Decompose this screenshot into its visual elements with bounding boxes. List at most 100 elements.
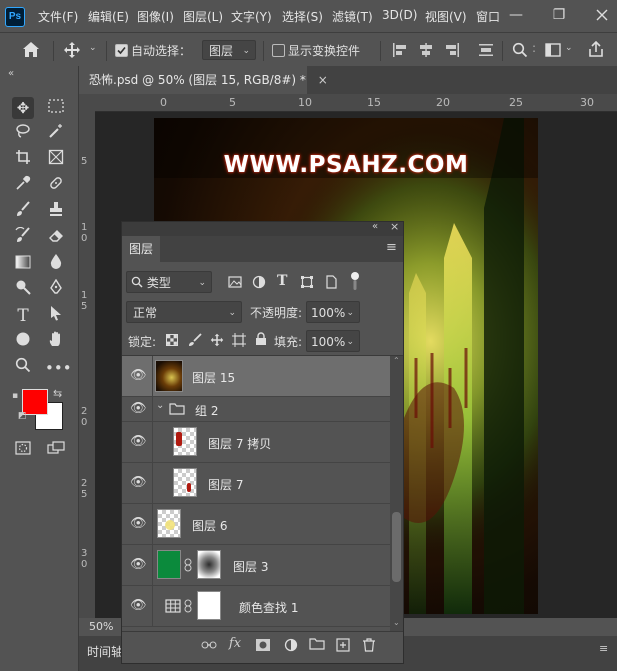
minimize-button[interactable]: —: [501, 4, 531, 26]
fill-input[interactable]: 100% ⌄: [306, 330, 360, 352]
layer-name[interactable]: 图层 7: [208, 476, 243, 493]
group-row[interactable]: 👁 ⌄ 组 2: [122, 397, 390, 422]
eye-icon[interactable]: 👁: [130, 434, 147, 450]
home-icon[interactable]: [22, 41, 40, 58]
chevron-up-icon[interactable]: ⌃: [393, 356, 400, 365]
group-name[interactable]: 组 2: [195, 402, 218, 419]
layer-mask-thumbnail[interactable]: [197, 591, 221, 620]
search-icon[interactable]: [512, 42, 528, 58]
menu-layer[interactable]: 图层(L): [183, 8, 223, 25]
type-tool-icon[interactable]: T: [12, 305, 34, 327]
new-layer-icon[interactable]: [334, 638, 352, 652]
eyedropper-icon[interactable]: [12, 175, 34, 197]
layer-row-color-lookup[interactable]: 👁 颜色查找 1: [122, 586, 390, 627]
menu-view[interactable]: 视图(V): [425, 8, 467, 25]
fx-icon[interactable]: fx: [226, 636, 244, 651]
close-window-button[interactable]: [587, 4, 617, 26]
auto-select-dropdown[interactable]: 图层 ⌄: [202, 40, 256, 60]
chevron-down-icon[interactable]: ⌄: [156, 400, 164, 411]
distribute-icon[interactable]: [478, 42, 494, 58]
panel-menu-icon[interactable]: ≡: [386, 240, 397, 255]
layers-scrollbar[interactable]: ⌃ ⌄: [390, 356, 403, 631]
show-transform-checkbox[interactable]: [272, 44, 285, 57]
default-colors-icon[interactable]: ◩: [18, 411, 27, 421]
eye-icon[interactable]: 👁: [130, 516, 147, 532]
swap-colors-icon[interactable]: ⇆: [53, 387, 62, 400]
quick-mask-icon[interactable]: [12, 439, 34, 461]
panel-menu-icon[interactable]: ≡: [599, 642, 608, 655]
lock-pixels-icon[interactable]: [188, 333, 202, 347]
chevron-down-icon[interactable]: ⌄: [565, 43, 573, 53]
layer-row-7[interactable]: 👁 图层 7: [122, 463, 390, 504]
eye-icon[interactable]: 👁: [130, 598, 147, 614]
healing-brush-icon[interactable]: [45, 175, 67, 197]
maximize-button[interactable]: ❐: [544, 4, 574, 26]
brush-tool-icon[interactable]: [12, 201, 34, 223]
link-icon[interactable]: [184, 599, 192, 613]
menu-file[interactable]: 文件(F): [38, 8, 78, 25]
close-icon[interactable]: ×: [390, 220, 399, 233]
filter-toggle-icon[interactable]: [350, 271, 360, 291]
more-tools-icon[interactable]: •••: [45, 357, 72, 379]
layer-mask-thumbnail[interactable]: [197, 550, 221, 579]
blur-tool-icon[interactable]: [45, 253, 67, 275]
adjustment-filter-icon[interactable]: [252, 275, 266, 289]
gradient-tool-icon[interactable]: [12, 253, 34, 275]
add-mask-icon[interactable]: [254, 638, 272, 652]
layer-name[interactable]: 图层 15: [192, 369, 235, 386]
layer-row-7-copy[interactable]: 👁 图层 7 拷贝: [122, 422, 390, 463]
document-tab[interactable]: 恐怖.psd @ 50% (图层 15, RGB/8#) * ×: [79, 66, 328, 94]
type-filter-icon[interactable]: T: [277, 273, 287, 289]
zoom-level[interactable]: 50%: [89, 620, 113, 633]
menu-edit[interactable]: 编辑(E): [88, 8, 129, 25]
timeline-tab[interactable]: 时间轴: [87, 643, 123, 660]
ellipse-tool-icon[interactable]: [12, 331, 34, 353]
smart-object-filter-icon[interactable]: [324, 275, 338, 289]
workspace-icon[interactable]: [545, 42, 561, 58]
lock-artboard-icon[interactable]: [232, 333, 246, 347]
layer-name[interactable]: 图层 3: [233, 558, 268, 575]
layer-row-3[interactable]: 👁 图层 3: [122, 545, 390, 586]
eraser-tool-icon[interactable]: [45, 227, 67, 249]
layers-tab[interactable]: 图层: [122, 236, 160, 262]
crop-tool-icon[interactable]: [12, 149, 34, 171]
move-tool-icon[interactable]: ✥: [12, 97, 34, 119]
chevron-down-icon[interactable]: ⌄: [89, 43, 97, 53]
stamp-tool-icon[interactable]: [45, 201, 67, 223]
blend-mode-dropdown[interactable]: 正常 ⌄: [126, 301, 242, 323]
layer-row-6[interactable]: 👁 图层 6: [122, 504, 390, 545]
eye-icon[interactable]: 👁: [130, 368, 147, 384]
trash-icon[interactable]: [360, 638, 378, 652]
pen-tool-icon[interactable]: [45, 278, 67, 301]
link-layers-icon[interactable]: [200, 638, 218, 652]
lock-position-icon[interactable]: [210, 333, 224, 347]
panel-header[interactable]: « ×: [122, 220, 403, 236]
align-right-icon[interactable]: [444, 42, 460, 58]
eye-icon[interactable]: 👁: [130, 401, 147, 417]
chevron-down-icon[interactable]: ⌄: [393, 618, 400, 627]
scrollbar-thumb[interactable]: [392, 512, 401, 582]
vertical-ruler[interactable]: 5 1 0 1 5 2 0 2 5 3 0: [79, 112, 95, 618]
eye-icon[interactable]: 👁: [130, 557, 147, 573]
dodge-tool-icon[interactable]: [12, 279, 34, 301]
marquee-tool-icon[interactable]: [45, 97, 67, 119]
menu-select[interactable]: 选择(S): [282, 8, 323, 25]
layer-name[interactable]: 颜色查找 1: [239, 599, 298, 616]
history-brush-icon[interactable]: [12, 226, 34, 249]
share-icon[interactable]: [588, 41, 604, 58]
shape-filter-icon[interactable]: [300, 275, 314, 289]
frame-tool-icon[interactable]: [45, 149, 67, 171]
menu-window[interactable]: 窗口: [476, 8, 500, 25]
align-center-icon[interactable]: [418, 42, 434, 58]
lock-all-icon[interactable]: [255, 332, 267, 346]
menu-3d[interactable]: 3D(D): [382, 8, 417, 22]
collapse-panel-icon[interactable]: «: [8, 68, 14, 79]
zoom-tool-icon[interactable]: [12, 357, 34, 379]
magic-wand-icon[interactable]: [45, 123, 67, 145]
move-tool-icon[interactable]: [63, 41, 81, 59]
screen-mode-icon[interactable]: [45, 439, 67, 461]
link-icon[interactable]: [184, 558, 192, 572]
reset-colors-icon[interactable]: ▪: [12, 391, 18, 401]
layer-row-15[interactable]: 👁 图层 15: [122, 356, 390, 397]
hand-tool-icon[interactable]: [45, 331, 67, 353]
